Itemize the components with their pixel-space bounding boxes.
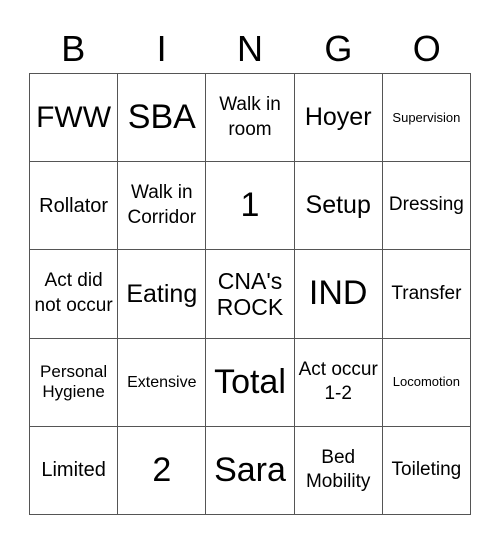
bingo-grid: FWW SBA Walk in room Hoyer Supervision R… — [29, 73, 471, 515]
bingo-cell[interactable]: Locomotion — [382, 338, 471, 427]
bingo-cell[interactable]: IND — [294, 250, 383, 339]
header-letter-g: G — [324, 28, 353, 69]
bingo-cell[interactable]: Personal Hygiene — [30, 338, 119, 427]
bingo-cell[interactable]: Walk in Corridor — [118, 162, 207, 251]
bingo-cell[interactable]: Hoyer — [294, 74, 383, 163]
bingo-cell[interactable]: FWW — [30, 74, 119, 163]
header-letter-b: B — [61, 28, 86, 69]
header-letter-i: I — [156, 28, 167, 69]
bingo-cell[interactable]: Act occur 1-2 — [294, 338, 383, 427]
bingo-cell[interactable]: 2 — [118, 426, 207, 515]
bingo-cell[interactable]: Act did not occur — [30, 250, 119, 339]
bingo-cell[interactable]: CNA's ROCK — [206, 250, 295, 339]
bingo-cell[interactable]: 1 — [206, 162, 295, 251]
bingo-cell[interactable]: Extensive — [118, 338, 207, 427]
bingo-cell[interactable]: Sara — [206, 426, 295, 515]
bingo-cell[interactable]: SBA — [118, 74, 207, 163]
bingo-cell[interactable]: Rollator — [30, 162, 119, 251]
bingo-cell[interactable]: Transfer — [382, 250, 471, 339]
bingo-cell[interactable]: Dressing — [382, 162, 471, 251]
header-letter-n: N — [236, 28, 263, 69]
bingo-cell[interactable]: Eating — [118, 250, 207, 339]
bingo-cell[interactable]: Bed Mobility — [294, 426, 383, 515]
bingo-cell[interactable]: Walk in room — [206, 74, 295, 163]
bingo-cell[interactable]: Toileting — [382, 426, 471, 515]
bingo-cell[interactable]: Supervision — [382, 74, 471, 163]
bingo-cell[interactable]: Total — [206, 338, 295, 427]
bingo-header: B I N G O — [29, 26, 471, 72]
bingo-cell[interactable]: Limited — [30, 426, 119, 515]
header-letter-o: O — [412, 28, 441, 69]
bingo-cell[interactable]: Setup — [294, 162, 383, 251]
